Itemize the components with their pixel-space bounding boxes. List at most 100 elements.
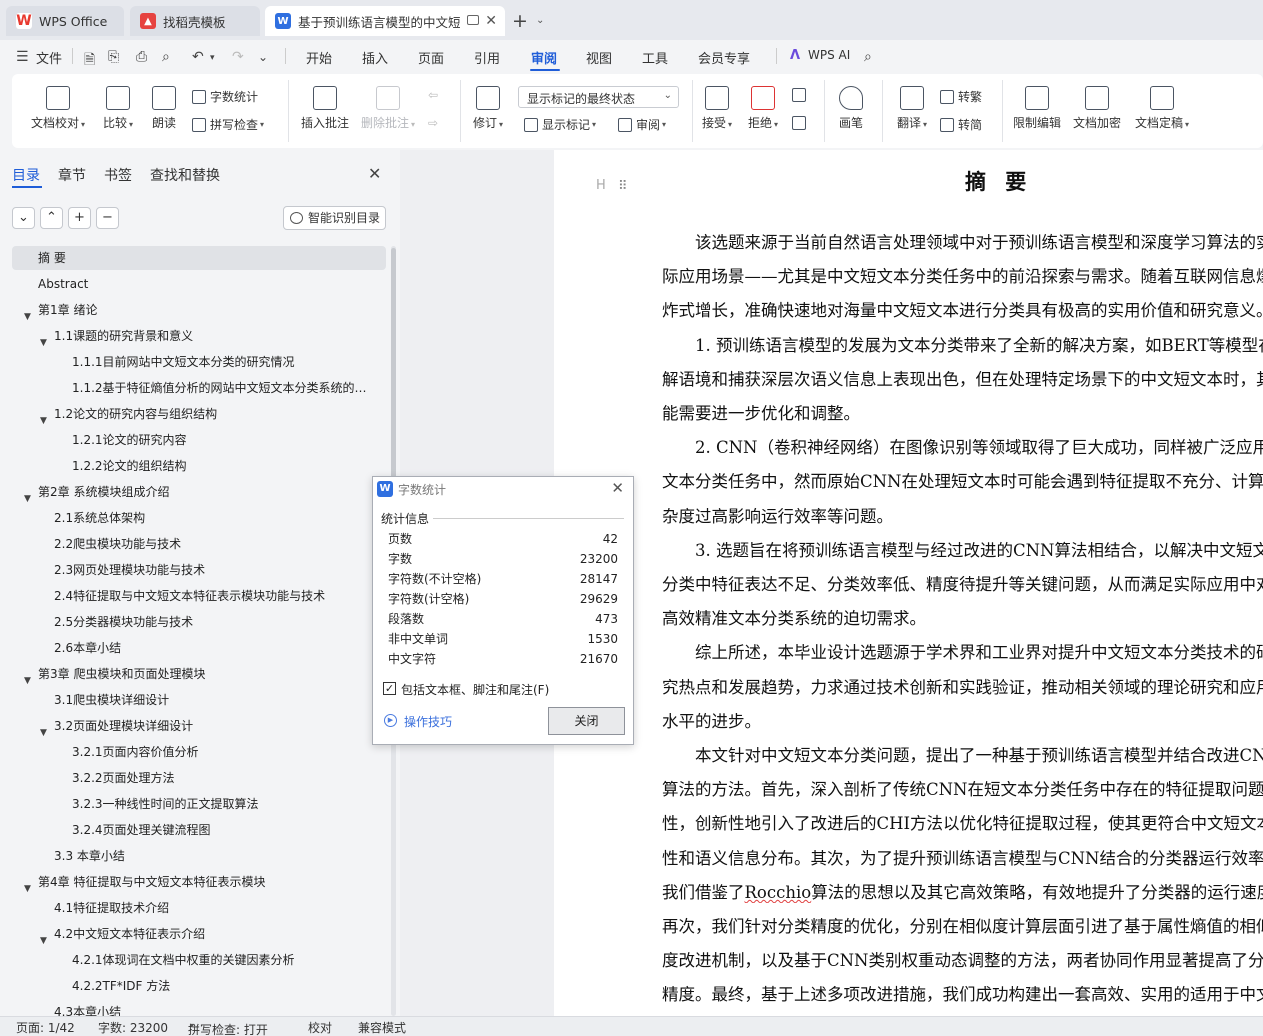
toc-expand-arrow-icon[interactable]: ▼: [24, 669, 31, 686]
toc-item[interactable]: 4.2.1体现词在文档中权重的关键因素分析: [12, 948, 386, 972]
toc-expand-arrow-icon[interactable]: ▼: [24, 305, 31, 322]
new-tab-icon[interactable]: +: [512, 10, 528, 32]
translate-button[interactable]: 翻译 ▾: [892, 86, 932, 131]
hamburger-icon[interactable]: ☰: [16, 49, 29, 65]
delete-comment-button[interactable]: 删除批注 ▾: [360, 86, 416, 131]
toc-item[interactable]: ▼ 3.2页面处理模块详细设计: [12, 714, 386, 738]
menu-page[interactable]: 页面: [418, 48, 444, 67]
toc-item[interactable]: ▼ 第1章 绪论: [12, 298, 386, 322]
toc-expand-arrow-icon[interactable]: ▼: [24, 487, 31, 504]
toc-item[interactable]: Abstract: [12, 272, 386, 296]
toc-item[interactable]: 1.1.1目前网站中文短文本分类的研究情况: [12, 350, 386, 374]
toc-item[interactable]: 4.2.2TF*IDF 方法: [12, 974, 386, 998]
dialog-close-icon[interactable]: ✕: [611, 479, 624, 497]
toc-expand-arrow-icon[interactable]: ▼: [40, 409, 47, 426]
tab-wps-office[interactable]: W WPS Office: [6, 6, 124, 36]
review-pane-button[interactable]: 审阅 ▾: [618, 116, 666, 133]
toc-item[interactable]: 2.5分类器模块功能与技术: [12, 610, 386, 634]
add-heading-button[interactable]: +: [68, 207, 91, 229]
toc-item[interactable]: 3.1爬虫模块详细设计: [12, 688, 386, 712]
toc-item[interactable]: ▼ 第3章 爬虫模块和页面处理模块: [12, 662, 386, 686]
spelling-error-mark[interactable]: Rocchio: [745, 883, 812, 902]
redo-icon[interactable]: ↷: [232, 49, 244, 65]
smart-toc-button[interactable]: 智能识别目录: [283, 206, 386, 230]
show-markup-button[interactable]: 显示标记 ▾: [524, 116, 596, 133]
remove-heading-button[interactable]: −: [96, 207, 119, 229]
toc-item[interactable]: 2.2爬虫模块功能与技术: [12, 532, 386, 556]
menu-tools[interactable]: 工具: [642, 48, 668, 67]
dialog-close-button[interactable]: 关闭: [548, 707, 625, 735]
status-page[interactable]: 页面: 1/42: [16, 1019, 75, 1036]
nav-tab-toc[interactable]: 目录: [12, 165, 40, 185]
toc-item[interactable]: 1.1.2基于特征熵值分析的网站中文短文本分类系统的设…: [12, 376, 386, 400]
next-change-icon[interactable]: [792, 116, 810, 130]
word-count-button[interactable]: 字数统计: [192, 88, 258, 105]
revise-button[interactable]: 修订 ▾: [470, 86, 506, 131]
monitor-icon[interactable]: [467, 15, 479, 25]
nav-tab-find-replace[interactable]: 查找和替换: [150, 165, 220, 185]
to-simplified-button[interactable]: 转简: [940, 116, 982, 133]
toc-item[interactable]: 1.2.1论文的研究内容: [12, 428, 386, 452]
menu-view[interactable]: 视图: [586, 48, 612, 67]
prev-change-icon[interactable]: [792, 88, 810, 102]
menu-references[interactable]: 引用: [474, 48, 500, 67]
accept-button[interactable]: 接受 ▾: [700, 86, 734, 131]
toc-item[interactable]: 3.2.1页面内容价值分析: [12, 740, 386, 764]
insert-comment-button[interactable]: 插入批注: [300, 86, 350, 131]
to-traditional-button[interactable]: 转繁: [940, 88, 982, 105]
finalize-button[interactable]: 文档定稿 ▾: [1132, 86, 1192, 131]
menu-review[interactable]: 审阅: [531, 48, 557, 67]
save-icon[interactable]: 🗎: [84, 49, 95, 73]
toc-item[interactable]: 2.4特征提取与中文短文本特征表示模块功能与技术: [12, 584, 386, 608]
toc-item[interactable]: 3.2.2页面处理方法: [12, 766, 386, 790]
undo-caret-icon[interactable]: ▾: [210, 53, 215, 63]
menu-home[interactable]: 开始: [306, 48, 332, 67]
toc-item[interactable]: ▼ 1.1课题的研究背景和意义: [12, 324, 386, 348]
encrypt-button[interactable]: 文档加密: [1072, 86, 1122, 131]
toc-item[interactable]: 2.3网页处理模块功能与技术: [12, 558, 386, 582]
more-icon[interactable]: ⌄: [258, 50, 268, 64]
toc-item[interactable]: ▼ 1.2论文的研究内容与组织结构: [12, 402, 386, 426]
prev-comment-icon[interactable]: ⇦: [428, 88, 438, 102]
search-icon[interactable]: ⌕: [864, 49, 872, 65]
menu-file[interactable]: 文件: [36, 48, 62, 67]
chevron-down-icon[interactable]: ⌄: [536, 15, 544, 26]
tab-document[interactable]: W 基于预训练语言模型的中文短 ✕: [265, 6, 505, 36]
tips-icon[interactable]: ▶: [384, 714, 397, 727]
toc-item[interactable]: 2.1系统总体架构: [12, 506, 386, 530]
include-textbox-checkbox[interactable]: ✓: [383, 682, 396, 695]
expand-all-button[interactable]: ⌄: [12, 207, 35, 229]
toc-item[interactable]: 3.3 本章小结: [12, 844, 386, 868]
toc-expand-arrow-icon[interactable]: ▼: [24, 877, 31, 894]
menu-insert[interactable]: 插入: [362, 48, 388, 67]
share-icon[interactable]: ⎘: [108, 49, 119, 65]
toc-item[interactable]: 1.2.2论文的组织结构: [12, 454, 386, 478]
toc-item[interactable]: 3.2.4页面处理关键流程图: [12, 818, 386, 842]
dialog-titlebar[interactable]: W 字数统计 ✕: [373, 477, 633, 501]
doc-check-button[interactable]: 文档校对 ▾: [28, 86, 88, 131]
toc-item[interactable]: ▼ 第2章 系统模块组成介绍: [12, 480, 386, 504]
compare-button[interactable]: 比较 ▾: [98, 86, 138, 131]
reject-button[interactable]: 拒绝 ▾: [746, 86, 780, 131]
nav-tab-chapters[interactable]: 章节: [58, 165, 86, 185]
toc-expand-arrow-icon[interactable]: ▼: [40, 721, 47, 738]
include-textbox-label[interactable]: 包括文本框、脚注和尾注(F): [401, 681, 549, 698]
print-preview-icon[interactable]: ⌕: [162, 49, 170, 65]
pen-button[interactable]: 画笔: [834, 86, 868, 131]
print-icon[interactable]: ⎙: [136, 49, 147, 65]
read-aloud-button[interactable]: 朗读: [148, 86, 180, 131]
menu-wps-ai[interactable]: WPS AI: [808, 48, 850, 62]
restrict-edit-button[interactable]: 限制编辑: [1012, 86, 1062, 131]
nav-tab-bookmarks[interactable]: 书签: [104, 165, 132, 185]
drag-handle-icon[interactable]: ⠿: [618, 179, 627, 194]
undo-icon[interactable]: ↶: [192, 49, 204, 65]
tips-link[interactable]: 操作技巧: [404, 713, 452, 730]
spell-check-button[interactable]: 拼写检查 ▾: [192, 116, 264, 133]
toc-expand-arrow-icon[interactable]: ▼: [40, 929, 47, 946]
markup-state-select[interactable]: 显示标记的最终状态 ⌄: [518, 86, 679, 108]
close-tab-icon[interactable]: ✕: [485, 13, 497, 29]
toc-item[interactable]: 4.1特征提取技术介绍: [12, 896, 386, 920]
status-proof[interactable]: 校对: [308, 1019, 332, 1036]
toc-item[interactable]: 3.2.3一种线性时间的正文提取算法: [12, 792, 386, 816]
collapse-button[interactable]: ⌃: [40, 207, 63, 229]
